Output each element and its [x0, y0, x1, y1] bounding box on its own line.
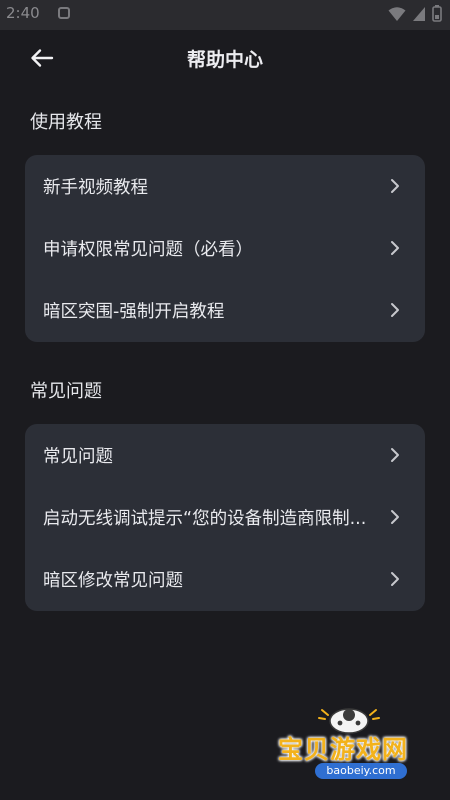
list-item-label: 启动无线调试提示“您的设备制造商限制...: [43, 509, 367, 529]
list-item-label: 常见问题: [43, 447, 113, 467]
list-item-permission-faq[interactable]: 申请权限常见问题（必看）: [25, 217, 425, 279]
wifi-icon: [388, 6, 406, 21]
list-item-label: 暗区突围-强制开启教程: [43, 302, 225, 322]
list-item-modify-faq[interactable]: 暗区修改常见问题: [25, 548, 425, 610]
watermark-url: baobeiy.com: [315, 763, 407, 779]
notification-icon: [58, 7, 70, 19]
list-item-label: 申请权限常见问题（必看）: [43, 240, 253, 260]
section-title-tutorials: 使用教程: [30, 112, 102, 133]
watermark-text: 宝贝游戏网: [278, 735, 409, 764]
app-header: 帮助中心: [0, 30, 450, 86]
chevron-right-icon: [391, 241, 399, 255]
page-title: 帮助中心: [186, 49, 263, 71]
status-time: 2:40: [6, 4, 40, 22]
tutorials-card: 新手视频教程 申请权限常见问题（必看） 暗区突围-强制开启教程: [25, 155, 425, 342]
list-item-force-enable-tutorial[interactable]: 暗区突围-强制开启教程: [25, 279, 425, 341]
signal-icon: [413, 6, 425, 21]
watermark: 宝贝游戏网 baobeiy.com: [270, 700, 430, 790]
section-title-faq: 常见问题: [30, 381, 102, 402]
status-bar: 2:40: [0, 0, 450, 30]
list-item-wireless-debug[interactable]: 启动无线调试提示“您的设备制造商限制...: [25, 486, 425, 548]
chevron-right-icon: [391, 448, 399, 462]
list-item-label: 暗区修改常见问题: [43, 571, 183, 591]
list-item-common-faq[interactable]: 常见问题: [25, 424, 425, 486]
faq-card: 常见问题 启动无线调试提示“您的设备制造商限制... 暗区修改常见问题: [25, 424, 425, 611]
chevron-right-icon: [391, 179, 399, 193]
status-icons: [388, 5, 442, 22]
battery-icon: [432, 5, 442, 22]
chevron-right-icon: [391, 510, 399, 524]
list-item-beginner-video[interactable]: 新手视频教程: [25, 155, 425, 217]
chevron-right-icon: [391, 572, 399, 586]
help-center-screen: 2:40 帮助中心 使用教程 新手视频教程 申请权限常见问题（必看） 暗区突围-…: [0, 0, 450, 800]
chevron-right-icon: [391, 303, 399, 317]
list-item-label: 新手视频教程: [43, 178, 148, 198]
